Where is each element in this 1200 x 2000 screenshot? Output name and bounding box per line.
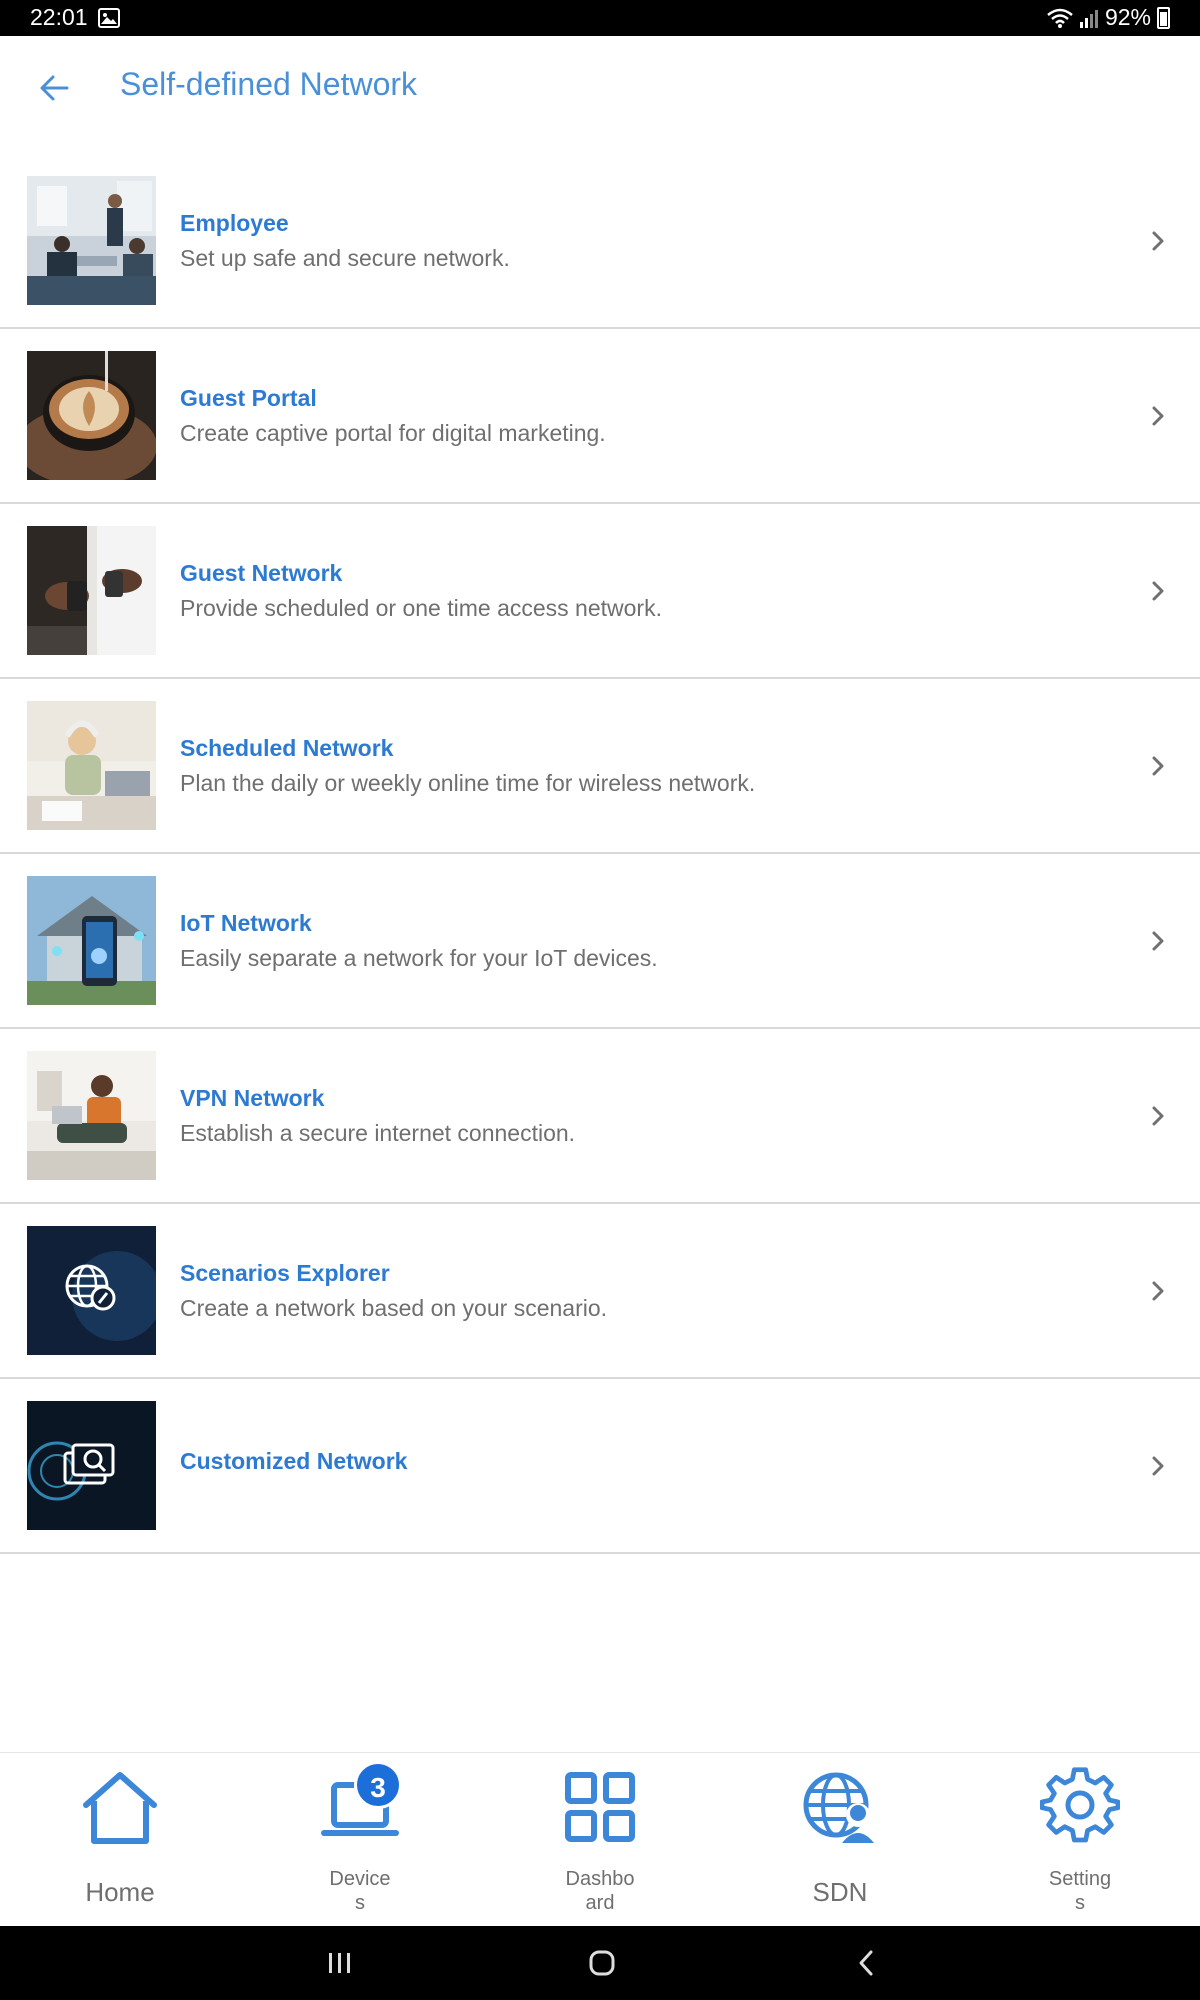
- nav-settings[interactable]: Setting s: [980, 1753, 1180, 1927]
- devices-badge: 3: [354, 1761, 402, 1809]
- scenario-item-employee[interactable]: Employee Set up safe and secure network.: [0, 154, 1200, 329]
- scenario-item-scheduled-network[interactable]: Scheduled Network Plan the daily or week…: [0, 679, 1200, 854]
- nav-home-label: Home: [85, 1877, 155, 1907]
- nav-devices-label-line2: s: [355, 1892, 365, 1914]
- page-title: Self-defined Network: [120, 66, 418, 102]
- nav-dashboard[interactable]: Dashbo ard: [500, 1753, 700, 1927]
- nav-home[interactable]: Home: [20, 1753, 220, 1927]
- chevron-right-icon: [1152, 406, 1164, 425]
- globe-user-icon: [803, 1772, 874, 1843]
- iot-network-thumbnail: [27, 876, 156, 1005]
- scenario-description: Easily separate a network for your IoT d…: [180, 944, 658, 971]
- chevron-right-icon: [1152, 931, 1164, 950]
- nav-dashboard-label-line1: Dashbo: [565, 1868, 635, 1890]
- gear-icon: [1040, 1767, 1120, 1843]
- scenario-title: Scheduled Network: [180, 734, 394, 761]
- system-nav-bar: [0, 1926, 1200, 2000]
- dashboard-icon: [565, 1772, 635, 1842]
- nav-devices-label-line1: Device: [329, 1868, 391, 1890]
- employee-thumbnail: [27, 176, 156, 305]
- scenario-item-customized-network[interactable]: Customized Network: [0, 1379, 1200, 1554]
- scenario-description: Provide scheduled or one time access net…: [180, 594, 662, 621]
- scenario-item-guest-portal[interactable]: Guest Portal Create captive portal for d…: [0, 329, 1200, 504]
- scenario-title: VPN Network: [180, 1084, 325, 1111]
- nav-dashboard-label-line2: ard: [585, 1892, 615, 1914]
- scenario-item-iot-network[interactable]: IoT Network Easily separate a network fo…: [0, 854, 1200, 1029]
- chevron-right-icon: [1152, 1106, 1164, 1125]
- chevron-right-icon: [1152, 756, 1164, 775]
- signal-icon: [1079, 9, 1098, 28]
- scenario-description: Create captive portal for digital market…: [180, 419, 606, 446]
- scenario-item-guest-network[interactable]: Guest Network Provide scheduled or one t…: [0, 504, 1200, 679]
- scenario-title: Customized Network: [180, 1448, 408, 1474]
- nav-devices-label: Device s: [260, 1867, 460, 1915]
- status-right: 92%: [1047, 4, 1170, 31]
- nav-settings-label-line2: s: [1075, 1892, 1085, 1914]
- scheduled-network-thumbnail: [27, 701, 156, 830]
- back-button[interactable]: [32, 66, 76, 110]
- recent-apps-button[interactable]: [310, 1940, 370, 1986]
- scenario-title: IoT Network: [180, 909, 312, 936]
- home-icon: [83, 1772, 157, 1844]
- nav-sdn[interactable]: SDN: [740, 1753, 940, 1927]
- status-time: 22:01: [30, 4, 88, 30]
- nav-settings-label-line1: Setting: [1048, 1868, 1112, 1890]
- image-icon: [98, 8, 120, 28]
- status-bar: 22:01 92%: [0, 0, 1200, 36]
- nav-settings-label: Setting s: [980, 1867, 1180, 1915]
- chevron-right-icon: [1152, 581, 1164, 600]
- scenario-item-vpn-network[interactable]: VPN Network Establish a secure internet …: [0, 1029, 1200, 1204]
- scenario-description: Set up safe and secure network.: [180, 244, 510, 271]
- bottom-nav: Home Device s 3 Dashbo ard SDN Setting s: [0, 1752, 1200, 1926]
- battery-percent: 92%: [1104, 4, 1151, 30]
- home-circle-icon: [589, 1950, 615, 1976]
- scenario-description: Establish a secure internet connection.: [180, 1119, 576, 1146]
- scenario-item-scenarios-explorer[interactable]: Scenarios Explorer Create a network base…: [0, 1204, 1200, 1379]
- guest-network-thumbnail: [27, 526, 156, 655]
- scenario-description: Plan the daily or weekly online time for…: [180, 769, 756, 796]
- scenario-title: Guest Network: [180, 559, 343, 586]
- scenarios-explorer-thumbnail: [27, 1226, 156, 1355]
- chevron-right-icon: [1152, 1456, 1164, 1475]
- scenario-title: Scenarios Explorer: [180, 1259, 390, 1286]
- wifi-icon: [1047, 8, 1073, 28]
- scenario-list: Employee Set up safe and secure network.…: [0, 154, 1200, 1554]
- app-header: Self-defined Network: [0, 36, 1200, 154]
- home-system-button[interactable]: [572, 1940, 632, 1986]
- back-chevron-icon: [859, 1950, 873, 1976]
- vpn-network-thumbnail: [27, 1051, 156, 1180]
- chevron-right-icon: [1152, 231, 1164, 250]
- chevron-right-icon: [1152, 1281, 1164, 1300]
- guest-portal-thumbnail: [27, 351, 156, 480]
- scenario-title: Employee: [180, 209, 289, 236]
- battery-icon: [1157, 6, 1170, 29]
- nav-sdn-label: SDN: [812, 1877, 868, 1907]
- arrow-left-icon: [40, 75, 69, 101]
- scenario-title: Guest Portal: [180, 384, 317, 411]
- customized-network-thumbnail: [27, 1401, 156, 1530]
- scenario-description: Create a network based on your scenario.: [180, 1294, 608, 1321]
- nav-dashboard-label: Dashbo ard: [500, 1867, 700, 1915]
- back-system-button[interactable]: [836, 1940, 896, 1986]
- recent-apps-icon: [329, 1953, 350, 1973]
